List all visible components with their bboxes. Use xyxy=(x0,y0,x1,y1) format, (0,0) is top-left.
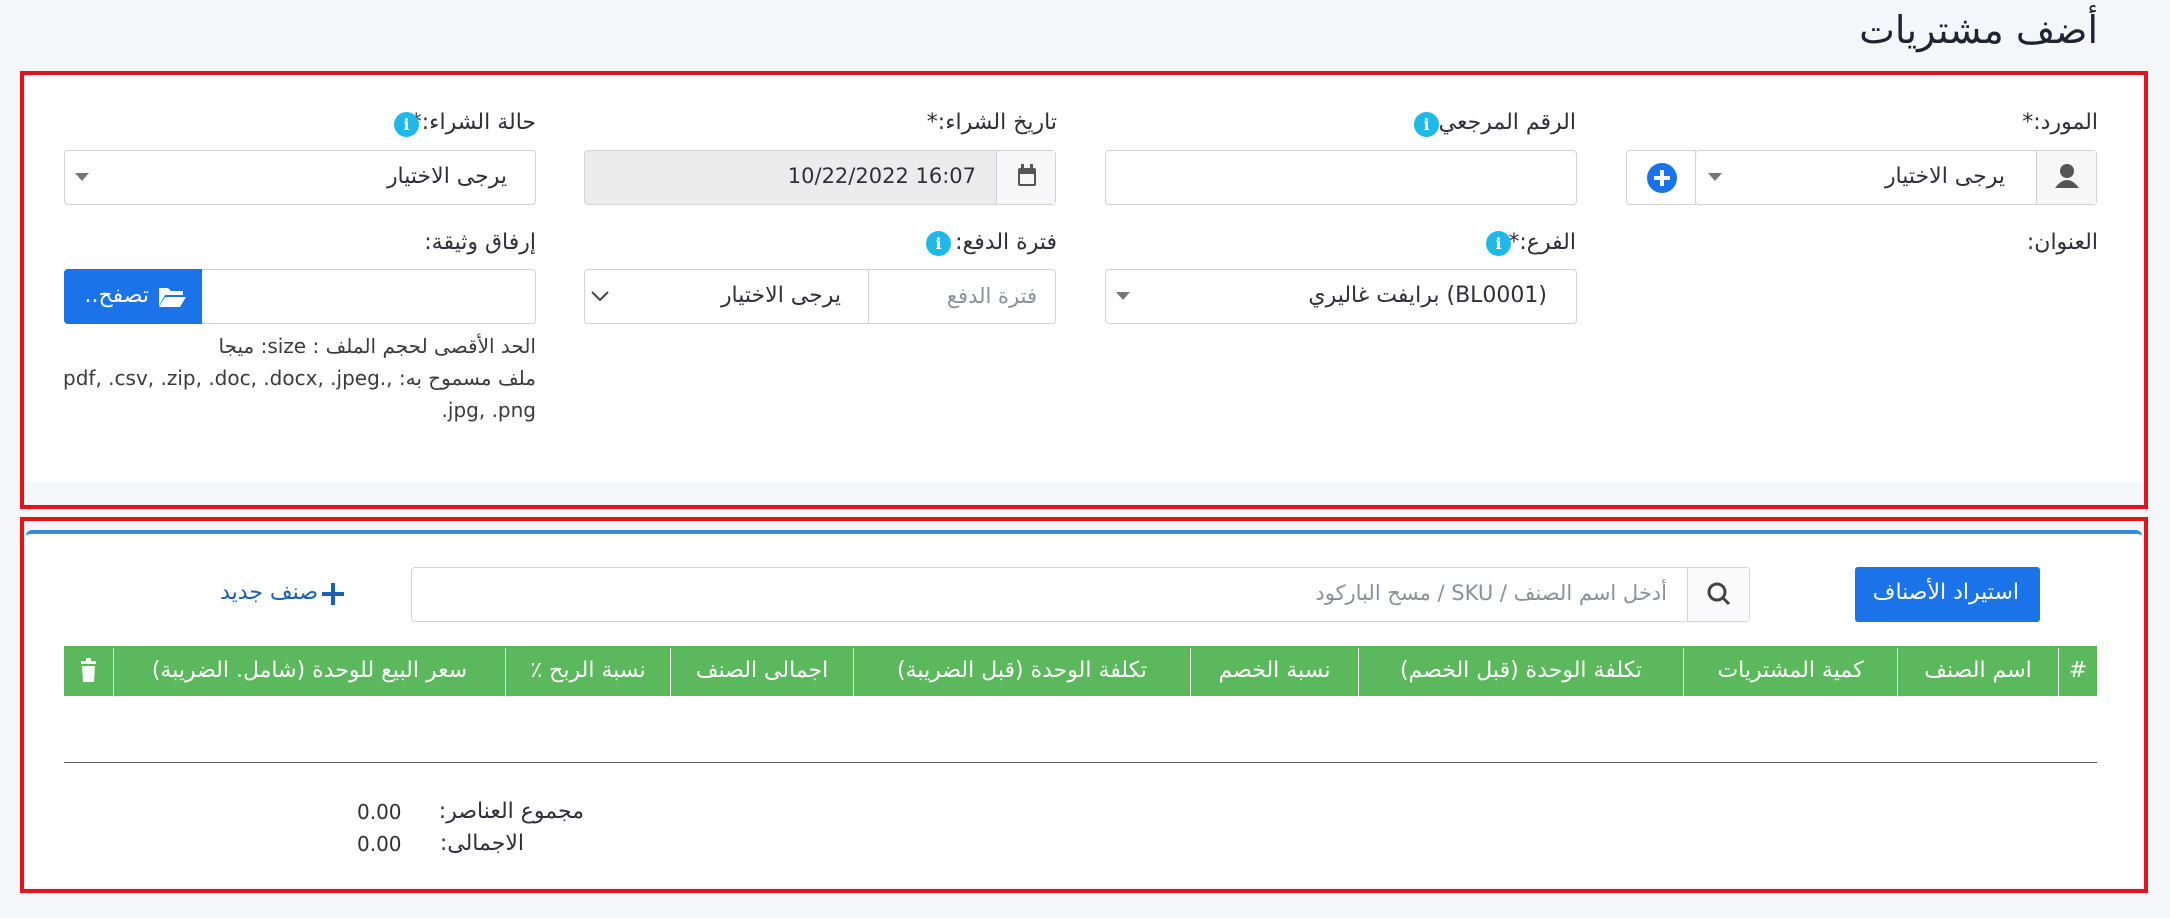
info-icon[interactable]: i xyxy=(1414,112,1439,137)
chevron-down-icon xyxy=(1116,292,1130,300)
total-value: 0.00 xyxy=(357,832,402,856)
browse-button-label: تصفح.. xyxy=(84,283,149,308)
file-size-help: الحد الأقصى لحجم الملف : size: ميجا xyxy=(218,334,536,358)
total-label: الاجمالى: xyxy=(439,831,524,856)
import-items-label: استيراد الأصناف xyxy=(1872,580,2019,605)
status-label: حالة الشراء:* xyxy=(410,110,536,135)
chevron-down-icon xyxy=(591,291,609,302)
col-header-unit-cost-before-tax: تكلفة الوحدة (قبل الضريبة) xyxy=(897,658,1147,683)
supplier-label: المورد:* xyxy=(2022,110,2098,135)
pay-term-label: فترة الدفع: xyxy=(955,230,1057,255)
col-header-line-total: اجمالى الصنف xyxy=(695,658,829,683)
allowed-files-help: ملف مسموح به: ,.pdf, .csv, .zip, .doc, .… xyxy=(63,366,536,390)
folder-open-icon xyxy=(159,288,186,307)
col-header-profit: نسبة الربح ٪ xyxy=(530,658,646,683)
new-item-label: صنف جديد xyxy=(220,580,318,605)
total-items-value: 0.00 xyxy=(357,800,402,824)
info-icon[interactable]: i xyxy=(394,112,419,137)
pay-term-select-value: يرجى الاختيار xyxy=(720,283,841,308)
col-header-name: اسم الصنف xyxy=(1924,658,2032,683)
person-icon xyxy=(2036,151,2096,204)
ref-label: الرقم المرجعي: xyxy=(1431,110,1576,135)
date-label: تاريخ الشراء:* xyxy=(926,110,1057,135)
allowed-files-help-cont: .jpg, .png xyxy=(441,398,536,422)
col-header-selling-price: سعر البيع للوحدة (شامل. الضريبة) xyxy=(151,658,468,683)
info-icon[interactable]: i xyxy=(926,231,951,256)
page-title: أضف مشتريات xyxy=(1859,8,2098,52)
address-label: العنوان: xyxy=(2026,230,2098,255)
supplier-select-value: يرجى الاختيار xyxy=(1884,164,2005,189)
calendar-icon[interactable] xyxy=(996,151,1055,204)
col-header-qty: كمية المشتريات xyxy=(1717,658,1864,683)
trash-icon[interactable] xyxy=(64,646,113,696)
attach-label: إرفاق وثيقة: xyxy=(424,230,536,255)
col-header-index: # xyxy=(2068,658,2088,683)
info-icon[interactable]: i xyxy=(1486,231,1511,256)
col-header-unit-cost: تكلفة الوحدة (قبل الخصم) xyxy=(1399,658,1643,683)
date-value: 10/22/2022 16:07 xyxy=(787,164,976,188)
product-search-placeholder: أدخل اسم الصنف / SKU / مسح الباركود xyxy=(1315,581,1667,605)
pay-term-placeholder: فترة الدفع xyxy=(946,284,1037,308)
search-icon xyxy=(1707,582,1731,606)
chevron-down-icon xyxy=(1708,173,1722,181)
branch-label: الفرع:* xyxy=(1508,230,1576,255)
branch-select-value: برايفت غاليري (BL0001) xyxy=(1308,283,1547,308)
ref-input[interactable] xyxy=(1105,150,1577,205)
status-select-value: يرجى الاختيار xyxy=(386,164,507,189)
search-button[interactable] xyxy=(1687,568,1749,621)
table-divider xyxy=(64,762,2097,763)
total-items-label: مجموع العناصر: xyxy=(438,799,584,824)
chevron-down-icon xyxy=(75,173,89,181)
add-supplier-button[interactable] xyxy=(1626,150,1696,205)
plus-icon xyxy=(322,583,344,605)
plus-circle-icon xyxy=(1647,163,1677,193)
col-header-discount: نسبة الخصم xyxy=(1218,658,1331,683)
